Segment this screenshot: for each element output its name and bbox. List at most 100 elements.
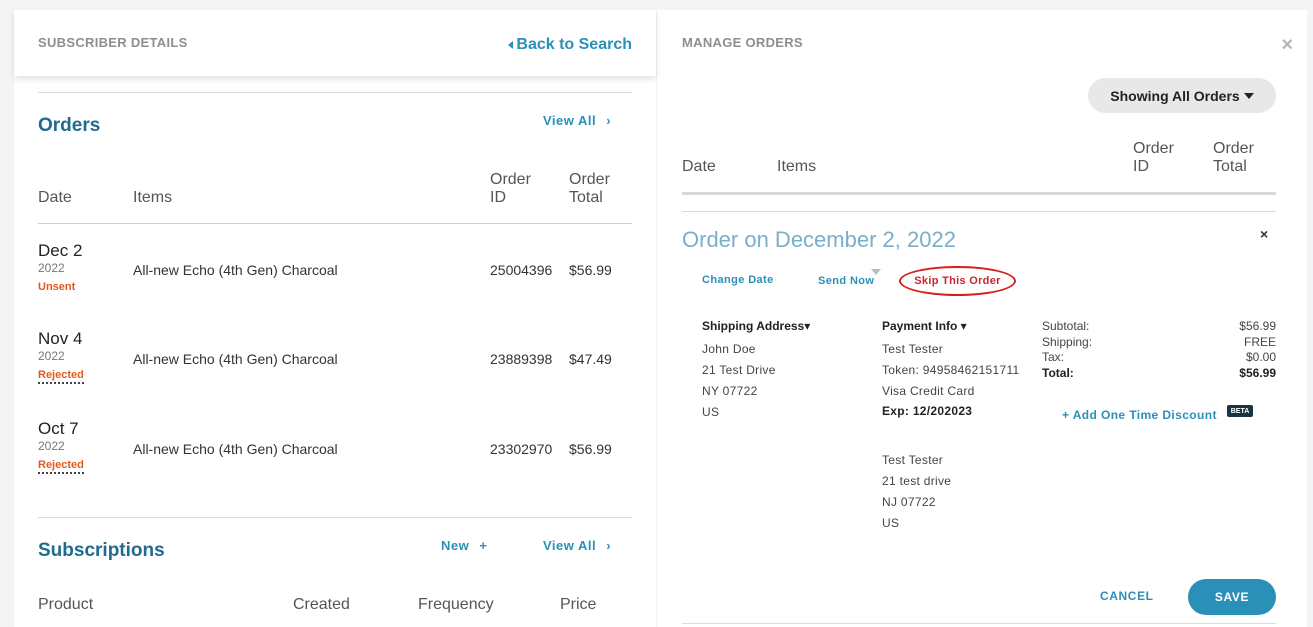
col-order-id-line2: ID	[1133, 158, 1149, 175]
table-header-divider	[38, 223, 632, 224]
col-total-line1: Order	[1213, 140, 1254, 157]
new-label: New	[441, 538, 470, 553]
caret-down-icon	[1243, 92, 1254, 99]
row-order-id: 23302970	[490, 441, 553, 457]
change-date-button[interactable]: Change Date	[702, 274, 774, 286]
row-item: All-new Echo (4th Gen) Charcoal	[133, 441, 338, 457]
payment-expiry: Exp: 12/202023	[882, 404, 973, 418]
cancel-button[interactable]: CANCEL	[1100, 589, 1154, 603]
row-order-id: 25004396	[490, 262, 553, 278]
manage-orders-title: MANAGE ORDERS	[682, 35, 803, 50]
status-badge[interactable]: Rejected	[38, 459, 84, 474]
col-items: Items	[133, 189, 173, 206]
order-detail-title: Order on December 2, 2022	[682, 227, 956, 252]
col-order-id-line2: ID	[490, 189, 506, 206]
summary-shipping: Shipping: FREE	[1042, 335, 1276, 349]
skip-order-label: Skip This Order	[914, 275, 1001, 287]
payment-token: Token: 94958462151711	[882, 363, 1020, 377]
col-order-id-line1: Order	[490, 171, 531, 188]
orders-view-all-link[interactable]: View All ›	[543, 113, 611, 128]
row-date: Oct 7	[38, 419, 79, 438]
chevron-right-icon: ›	[606, 113, 612, 128]
manage-orders-panel: MANAGE ORDERS × Showing All Orders Date …	[657, 10, 1307, 627]
skip-order-button[interactable]: Skip This Order	[899, 266, 1016, 296]
save-button[interactable]: SAVE	[1188, 579, 1276, 615]
subscriptions-view-all-link[interactable]: View All ›	[543, 538, 611, 553]
view-all-label: View All	[543, 113, 597, 128]
col-frequency: Frequency	[418, 596, 494, 613]
row-total: $56.99	[569, 262, 612, 278]
order-filter-label: Showing All Orders	[1110, 87, 1240, 104]
summary-subtotal: Subtotal: $56.99	[1042, 319, 1276, 333]
caret-down-icon[interactable]	[871, 269, 881, 275]
row-order-id: 23889398	[490, 351, 553, 367]
summary-total: Total: $56.99	[1042, 366, 1276, 380]
summary-tax: Tax: $0.00	[1042, 350, 1276, 364]
billing-line: Test Tester	[882, 453, 944, 467]
beta-badge: BETA	[1227, 405, 1253, 417]
col-order-total: Order Total	[569, 171, 610, 207]
row-date: Nov 4	[38, 329, 83, 348]
shipping-line: NY 07722	[702, 384, 758, 398]
subscriptions-title: Subscriptions	[38, 540, 165, 561]
divider	[38, 517, 632, 518]
row-date: Dec 2	[38, 241, 83, 260]
col-order-id: Order ID	[490, 171, 531, 207]
col-order-id-line1: Order	[1133, 140, 1174, 157]
divider	[38, 92, 632, 93]
order-filter-dropdown[interactable]: Showing All Orders	[1088, 78, 1276, 113]
subscriber-details-header: SUBSCRIBER DETAILS Back to Search	[14, 10, 656, 76]
row-item: All-new Echo (4th Gen) Charcoal	[133, 351, 338, 367]
divider	[682, 211, 1276, 212]
payment-name: Test Tester	[882, 342, 944, 356]
back-to-search-label: Back to Search	[516, 36, 632, 53]
row-year: 2022	[38, 261, 65, 275]
status-badge[interactable]: Rejected	[38, 369, 84, 384]
close-order-icon[interactable]: ×	[1260, 226, 1268, 242]
col-total-line2: Total	[1213, 158, 1247, 175]
col-date: Date	[682, 158, 716, 175]
row-item: All-new Echo (4th Gen) Charcoal	[133, 262, 338, 278]
col-total-line2: Total	[569, 189, 603, 206]
col-total-line1: Order	[569, 171, 610, 188]
col-order-total: Order Total	[1213, 140, 1254, 176]
tax-value: $0.00	[1245, 350, 1276, 364]
row-year: 2022	[38, 439, 65, 453]
send-now-button[interactable]: Send Now	[818, 275, 874, 287]
view-all-label: View All	[543, 538, 597, 553]
add-discount-link[interactable]: + Add One Time Discount	[1062, 408, 1217, 422]
shipping-line: John Doe	[702, 342, 756, 356]
chevron-right-icon: ›	[606, 538, 612, 553]
new-subscription-link[interactable]: New +	[441, 538, 487, 553]
chevron-left-icon	[508, 41, 514, 49]
payment-info-dropdown[interactable]: Payment Info ▾	[882, 319, 967, 333]
total-label: Total:	[1042, 366, 1074, 380]
col-date: Date	[38, 189, 72, 206]
total-value: $56.99	[1239, 366, 1276, 380]
close-icon[interactable]: ×	[1281, 34, 1293, 57]
tax-label: Tax:	[1042, 350, 1065, 364]
back-to-search-link[interactable]: Back to Search	[508, 36, 632, 54]
col-items: Items	[777, 158, 817, 175]
shipping-line: 21 Test Drive	[702, 363, 776, 377]
shipping-line: US	[702, 405, 720, 419]
billing-line: US	[882, 516, 900, 530]
shipping-address-dropdown[interactable]: Shipping Address▾	[702, 319, 810, 333]
subscriber-details-title: SUBSCRIBER DETAILS	[38, 35, 188, 50]
orders-title: Orders	[38, 115, 101, 136]
col-product: Product	[38, 596, 94, 613]
col-created: Created	[293, 596, 350, 613]
shipping-label: Shipping:	[1042, 335, 1093, 349]
subtotal-value: $56.99	[1239, 319, 1276, 333]
row-total: $56.99	[569, 441, 612, 457]
shipping-value: FREE	[1243, 335, 1276, 349]
billing-line: 21 test drive	[882, 474, 952, 488]
status-badge: Unsent	[38, 281, 76, 293]
divider	[682, 623, 1276, 624]
row-total: $47.49	[569, 351, 612, 367]
col-price: Price	[560, 596, 597, 613]
table-header-divider	[682, 192, 1276, 195]
plus-icon: +	[479, 538, 488, 553]
col-order-id: Order ID	[1133, 140, 1174, 176]
subscriber-details-panel: SUBSCRIBER DETAILS Back to Search Orders…	[14, 10, 656, 627]
